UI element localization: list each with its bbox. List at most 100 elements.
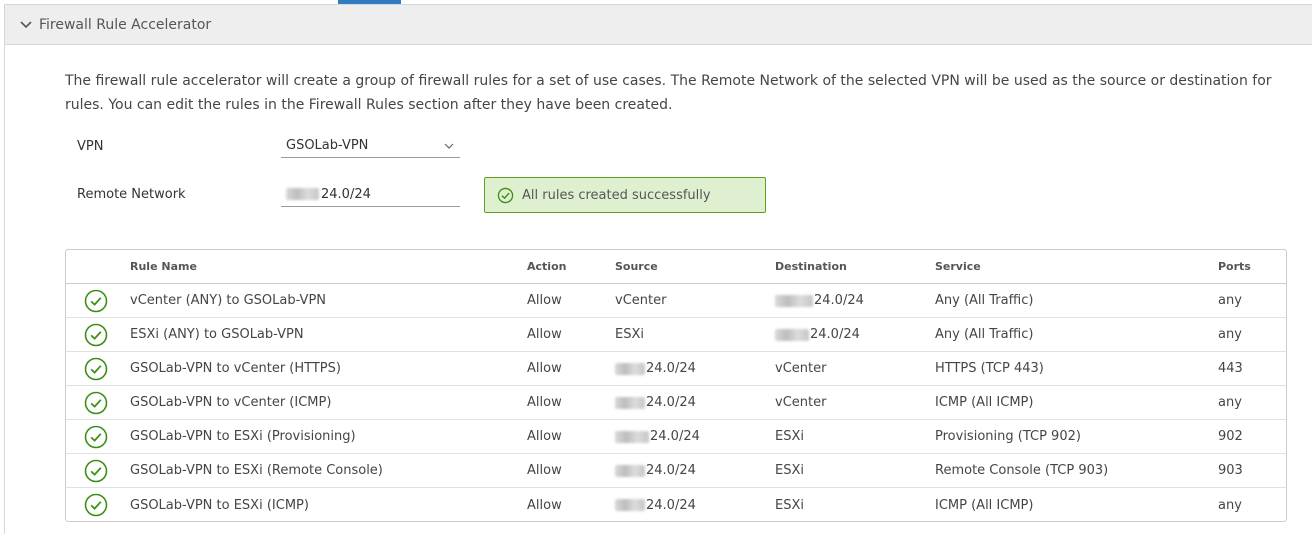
ports-cell: any	[1218, 293, 1242, 308]
destination-cell: 24.0/24	[775, 318, 860, 351]
redacted-ip-prefix	[615, 430, 649, 443]
rule-name-cell: GSOLab-VPN to vCenter (HTTPS)	[130, 361, 341, 376]
service-cell: ICMP (All ICMP)	[935, 395, 1034, 410]
row-status	[84, 386, 108, 419]
remote-network-field[interactable]: 24.0/24	[281, 182, 460, 207]
action-cell: Allow	[527, 361, 562, 376]
column-header-action[interactable]: Action	[527, 250, 566, 283]
chevron-down-icon	[444, 143, 454, 149]
row-status	[84, 454, 108, 487]
service-cell: Remote Console (TCP 903)	[935, 463, 1109, 478]
rule-name-cell: GSOLab-VPN to ESXi (Remote Console)	[130, 463, 383, 478]
row-status	[84, 318, 108, 351]
column-header-ports[interactable]: Ports	[1218, 250, 1251, 283]
column-header-rule-name[interactable]: Rule Name	[130, 250, 197, 283]
success-icon	[84, 493, 108, 517]
source-cell: 24.0/24	[615, 352, 696, 385]
redacted-ip-prefix	[775, 328, 809, 341]
source-cell: ESXi	[615, 318, 644, 351]
vpn-label: VPN	[77, 139, 104, 154]
action-cell: Allow	[527, 497, 562, 513]
destination-value: ESXi	[775, 497, 804, 513]
destination-value: vCenter	[775, 395, 827, 410]
row-status	[84, 420, 108, 453]
source-value: ESXi	[615, 327, 644, 342]
success-icon	[84, 459, 108, 482]
success-icon	[84, 391, 108, 414]
table-row[interactable]: GSOLab-VPN to ESXi (ICMP) Allow 24.0/24 ESX…	[66, 488, 1286, 521]
ports-cell: any	[1218, 395, 1242, 410]
destination-value: vCenter	[775, 361, 827, 376]
action-cell: Allow	[527, 429, 562, 444]
destination-cell: vCenter	[775, 386, 826, 419]
source-cell: 24.0/24	[615, 420, 700, 453]
vpn-select-value: GSOLab-VPN	[286, 138, 369, 153]
success-icon	[84, 357, 108, 380]
rule-name-cell: GSOLab-VPN to vCenter (ICMP)	[130, 395, 332, 410]
source-value: 24.0/24	[646, 497, 696, 513]
vpn-select[interactable]: GSOLab-VPN	[281, 134, 460, 158]
table-header: Rule Name Action Source Destination Serv…	[66, 250, 1286, 284]
source-cell: vCenter	[615, 284, 666, 317]
source-cell: 24.0/24	[615, 386, 696, 419]
success-alert-text: All rules created successfully	[522, 187, 711, 203]
service-cell: ICMP (All ICMP)	[935, 497, 1034, 513]
action-cell: Allow	[527, 463, 562, 478]
rule-name-cell: ESXi (ANY) to GSOLab-VPN	[130, 327, 304, 342]
destination-cell: vCenter	[775, 352, 826, 385]
action-cell: Allow	[527, 327, 562, 342]
panel-title: Firewall Rule Accelerator	[39, 16, 212, 33]
success-icon	[84, 289, 108, 312]
rule-name-cell: GSOLab-VPN to ESXi (Provisioning)	[130, 429, 356, 444]
panel-header[interactable]: Firewall Rule Accelerator	[5, 5, 1312, 45]
check-circle-icon	[497, 187, 514, 203]
success-icon	[84, 425, 108, 448]
row-status	[84, 352, 108, 385]
service-cell: Provisioning (TCP 902)	[935, 429, 1081, 444]
table-row[interactable]: ESXi (ANY) to GSOLab-VPN Allow ESXi 24.0/24…	[66, 318, 1286, 352]
destination-cell: ESXi	[775, 454, 804, 487]
ports-cell: 902	[1218, 429, 1243, 444]
redacted-ip-prefix	[615, 362, 645, 375]
ports-cell: any	[1218, 497, 1242, 513]
redacted-ip-prefix	[615, 396, 645, 409]
column-header-source[interactable]: Source	[615, 250, 658, 283]
table-row[interactable]: vCenter (ANY) to GSOLab-VPN Allow vCenter 2…	[66, 284, 1286, 318]
source-value: vCenter	[615, 293, 667, 308]
table-row[interactable]: GSOLab-VPN to ESXi (Provisioning) Allow 24…	[66, 420, 1286, 454]
service-cell: Any (All Traffic)	[935, 327, 1034, 342]
row-status	[84, 284, 108, 317]
ports-cell: 443	[1218, 361, 1243, 376]
source-value: 24.0/24	[650, 429, 700, 444]
source-value: 24.0/24	[646, 395, 696, 410]
chevron-down-icon[interactable]	[19, 18, 33, 32]
destination-value: ESXi	[775, 429, 804, 444]
rules-table: Rule Name Action Source Destination Serv…	[65, 249, 1287, 522]
table-row[interactable]: GSOLab-VPN to vCenter (ICMP) Allow 24.0/24…	[66, 386, 1286, 420]
table-row[interactable]: GSOLab-VPN to vCenter (HTTPS) Allow 24.0/2…	[66, 352, 1286, 386]
redacted-ip-prefix	[615, 499, 645, 511]
destination-cell: ESXi	[775, 420, 804, 453]
destination-cell: ESXi	[775, 488, 804, 521]
remote-network-label: Remote Network	[77, 187, 186, 202]
description-text: The firewall rule accelerator will creat…	[65, 73, 1272, 113]
remote-network-value: 24.0/24	[321, 186, 371, 202]
source-value: 24.0/24	[646, 463, 696, 478]
source-cell: 24.0/24	[615, 454, 696, 487]
destination-value: 24.0/24	[814, 293, 864, 308]
action-cell: Allow	[527, 293, 562, 308]
service-cell: HTTPS (TCP 443)	[935, 361, 1044, 376]
success-icon	[84, 323, 108, 346]
column-header-destination[interactable]: Destination	[775, 250, 847, 283]
column-header-service[interactable]: Service	[935, 250, 981, 283]
table-row[interactable]: GSOLab-VPN to ESXi (Remote Console) Allow…	[66, 454, 1286, 488]
destination-value: ESXi	[775, 463, 804, 478]
redacted-ip-prefix	[286, 188, 319, 200]
redacted-ip-prefix	[615, 464, 645, 477]
ports-cell: any	[1218, 327, 1242, 342]
rule-name-cell: GSOLab-VPN to ESXi (ICMP)	[130, 497, 309, 513]
destination-cell: 24.0/24	[775, 284, 864, 317]
ports-cell: 903	[1218, 463, 1243, 478]
row-status	[84, 488, 108, 521]
rule-name-cell: vCenter (ANY) to GSOLab-VPN	[130, 293, 327, 308]
